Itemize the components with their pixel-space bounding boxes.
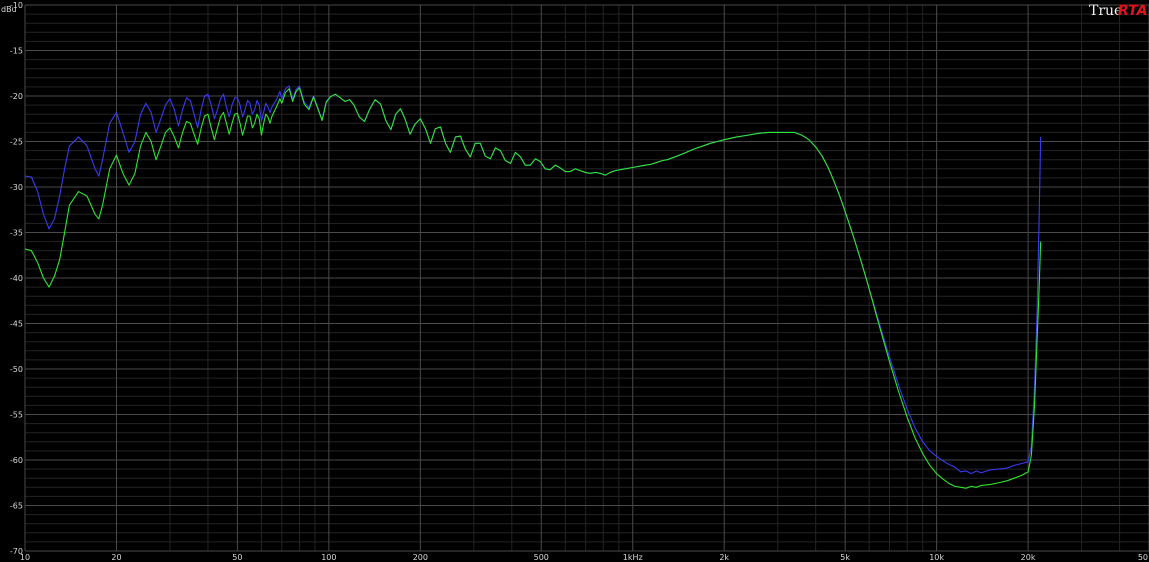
x-tick-label: 20 xyxy=(111,553,121,562)
y-tick-label: -20 xyxy=(10,92,23,101)
x-tick-label: 50 xyxy=(1138,553,1148,562)
truerta-logo: True RTA xyxy=(1089,3,1147,19)
y-tick-label: -30 xyxy=(10,183,23,192)
y-tick-label: -70 xyxy=(10,547,23,556)
y-tick-label: -25 xyxy=(10,138,23,147)
y-tick-label: -35 xyxy=(10,229,23,238)
x-tick-label: 50 xyxy=(232,553,242,562)
y-tick-label: -40 xyxy=(10,274,23,283)
x-tick-label: 1kHz xyxy=(623,553,643,562)
y-tick-label: -60 xyxy=(10,456,23,465)
x-tick-label: 20k xyxy=(1021,553,1036,562)
y-axis-unit-label: dBu xyxy=(1,5,17,14)
x-tick-label: 500 xyxy=(534,553,549,562)
x-tick-label: 5k xyxy=(840,553,850,562)
y-tick-label: -50 xyxy=(10,365,23,374)
x-tick-label: 2k xyxy=(719,553,729,562)
y-tick-label: -15 xyxy=(10,47,23,56)
x-tick-label: 200 xyxy=(413,553,428,562)
x-tick-label: 10k xyxy=(929,553,944,562)
rta-frequency-chart: 10 20 50 100 200 500 1kHz 2k 5k 10k 20k 50 -10-15-2… xyxy=(0,0,1149,562)
x-tick-label: 100 xyxy=(321,553,336,562)
brand-rta-text: RTA xyxy=(1118,3,1147,19)
y-tick-label: -55 xyxy=(10,411,23,420)
y-tick-label: -65 xyxy=(10,502,23,511)
y-tick-label: -45 xyxy=(10,320,23,329)
